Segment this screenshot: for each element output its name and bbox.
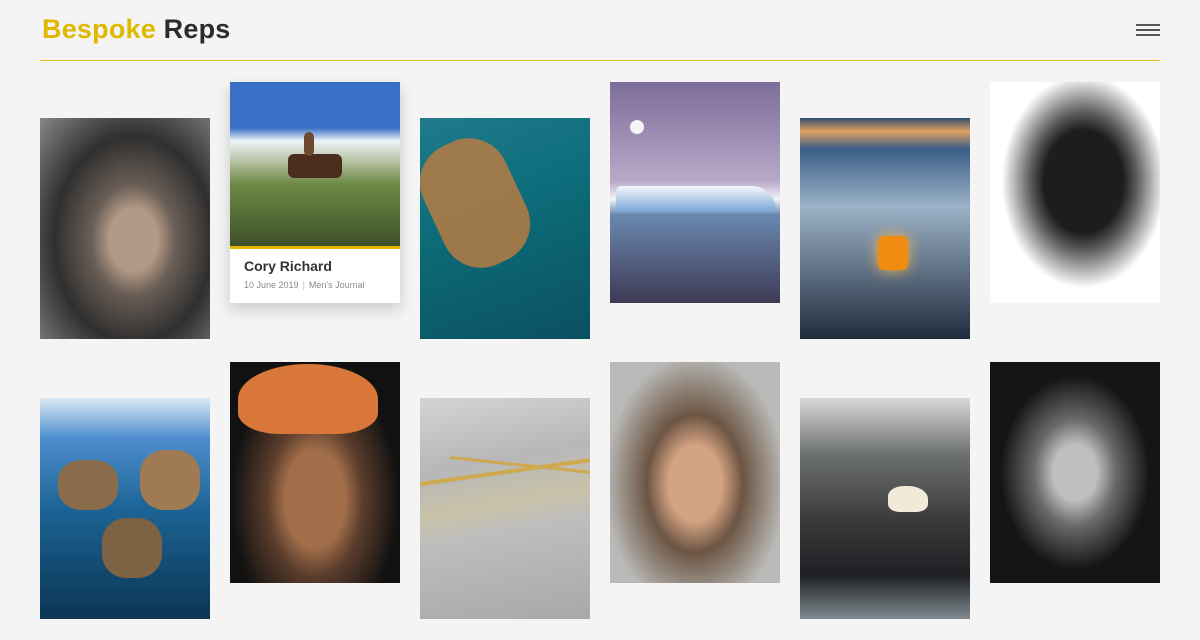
photo-tile-old-man[interactable] — [230, 362, 400, 583]
photo-tile-polar-bear[interactable] — [800, 398, 970, 619]
photo-climber — [800, 118, 970, 339]
photo-horse-rider — [230, 82, 400, 246]
photo-tile-iceberg[interactable] — [610, 82, 780, 303]
featured-photo-card[interactable]: Cory Richard 10 June 2019 | Men's Journal — [230, 82, 400, 303]
logo-word-bespoke: Bespoke — [42, 14, 156, 44]
site-header: Bespoke Reps — [40, 0, 1160, 61]
photo-tile-walrus[interactable] — [40, 398, 210, 619]
photo-river-aerial — [420, 398, 590, 619]
site-logo[interactable]: Bespoke Reps — [42, 14, 230, 45]
photo-tile-curly[interactable] — [610, 362, 780, 583]
photo-tile-climber[interactable] — [800, 118, 970, 339]
photo-face-hands — [990, 362, 1160, 583]
photo-curly-hair-man — [610, 362, 780, 583]
photo-swimmer — [420, 118, 590, 339]
photo-old-man — [230, 362, 400, 583]
photo-girl — [40, 118, 210, 339]
menu-button[interactable] — [1136, 24, 1160, 40]
photo-tile-arms[interactable] — [990, 82, 1160, 303]
photo-tile-river[interactable] — [420, 398, 590, 619]
card-publication: Men's Journal — [308, 280, 365, 290]
hamburger-icon — [1136, 24, 1160, 36]
card-title: Cory Richard — [244, 258, 332, 274]
card-meta: 10 June 2019 | Men's Journal — [244, 280, 365, 290]
photo-walrus — [40, 398, 210, 619]
card-date: 10 June 2019 — [244, 280, 299, 290]
photo-tile-girl[interactable] — [40, 118, 210, 339]
photo-iceberg — [610, 82, 780, 303]
photo-tile-face[interactable] — [990, 362, 1160, 583]
card-caption: Cory Richard 10 June 2019 | Men's Journal — [230, 246, 400, 303]
photo-arms-portrait — [990, 82, 1160, 303]
logo-word-reps: Reps — [163, 14, 231, 44]
photo-tile-swimmer[interactable] — [420, 118, 590, 339]
photo-polar-bear — [800, 398, 970, 619]
